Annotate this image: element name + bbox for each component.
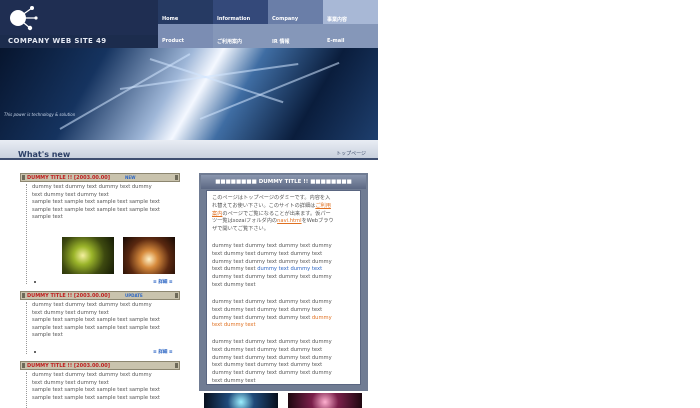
guide-link[interactable]: ご利用 <box>315 203 331 209</box>
page: COMPANY WEB SITE 49 Home Information Com… <box>0 0 378 408</box>
news-line: sample text sample text sample text samp… <box>32 206 160 213</box>
nav-product-label: Product <box>162 38 185 44</box>
nav-guide-label: ご利用案内 <box>217 39 243 45</box>
news-title: DUMMY TITLE !! [2003.00.00] <box>27 293 111 299</box>
info-panel-title: ■■■■■■■■ DUMMY TITLE !! ■■■■■■■■ <box>215 179 352 185</box>
news-line: dummy text dummy text dummy text dummy <box>32 302 152 308</box>
news-thumbnail[interactable] <box>123 237 175 274</box>
news-line: text dummy text dummy text <box>32 309 109 316</box>
news-line: text dummy text dummy text <box>32 191 109 198</box>
main-nav: Home Information Company 事業内容 Product ご利… <box>158 0 378 48</box>
news-line: sample text sample text sample text samp… <box>32 199 160 206</box>
hero-banner: This power is technology & solution <box>0 48 378 140</box>
news-title: DUMMY TITLE !! [2003.00.00] <box>27 363 111 369</box>
dummy-line: dummy text dummy text dummy text dummy <box>212 243 332 249</box>
dummy-text: text dummy text <box>212 266 258 273</box>
nav-business[interactable]: 事業内容 <box>323 0 378 24</box>
info-panel-body: このページはトップページのダミーです。内容を入 れ替えてお使い下さい。このサイト… <box>206 190 361 385</box>
dummy-line: dummy text dummy text dummy text dummy <box>212 315 357 323</box>
news-thumbnail[interactable] <box>62 237 114 274</box>
dummy-line: text dummy text dummy text dummy text <box>212 306 323 313</box>
intro-text: れ替えてお使い下さい。このサイトの詳細は <box>212 202 316 209</box>
dummy-text: dummy text dummy text dummy text <box>212 314 312 321</box>
nav-product[interactable]: Product <box>158 24 213 48</box>
dummy-line: text dummy text dummy text dummy text <box>212 362 323 369</box>
intro-line: ザで開いてご覧下さい。 <box>212 226 269 233</box>
nav-ir-label: IR 情報 <box>272 39 290 45</box>
nav-information-label: Information <box>217 16 251 22</box>
intro-text: のページでご覧になることが出来ます。仮パー <box>222 210 331 217</box>
news-line: dummy text dummy text dummy text dummy <box>32 184 152 190</box>
banner-thumbnail[interactable] <box>288 393 362 408</box>
news-line: sample text sample text sample text samp… <box>32 324 160 331</box>
intro-text: ツ一覧はsozaiフォルダ内の <box>212 218 278 225</box>
nav-email-label: E-mail <box>327 38 345 44</box>
nav-company-label: Company <box>272 16 299 22</box>
intro-text: をWebブラウ <box>301 218 334 225</box>
more-link[interactable]: ≡ 詳細 ≡ <box>153 349 173 355</box>
update-badge: UPDATE <box>125 293 143 298</box>
nav-home-label: Home <box>162 16 179 22</box>
nav-ir[interactable]: IR 情報 <box>268 24 323 48</box>
news-header: DUMMY TITLE !! [2003.00.00] <box>20 361 180 370</box>
more-link[interactable]: ≡ 詳細 ≡ <box>153 279 173 285</box>
news-title: DUMMY TITLE !! [2003.00.00] <box>27 175 111 181</box>
nav-email[interactable]: E-mail <box>323 24 378 48</box>
header: COMPANY WEB SITE 49 Home Information Com… <box>0 0 378 48</box>
dummy-paragraph: dummy text dummy text dummy text dummy t… <box>212 339 357 386</box>
dummy-paragraph: dummy text dummy text dummy text dummy t… <box>212 299 357 330</box>
intro-line: このページはトップページのダミーです。内容を入 <box>212 195 331 201</box>
nav-company[interactable]: Company <box>268 0 323 24</box>
dummy-link[interactable]: dummy text dummy text <box>257 266 322 272</box>
new-badge: NEW <box>125 175 136 180</box>
news-line: dummy text dummy text dummy text dummy <box>32 372 152 378</box>
nav-information[interactable]: Information <box>213 0 268 24</box>
dummy-paragraph: dummy text dummy text dummy text dummy t… <box>212 243 357 290</box>
news-line: sample text <box>32 214 63 221</box>
hero-caption: This power is technology & solution <box>4 112 76 117</box>
banner-thumbnail[interactable] <box>204 393 278 408</box>
dummy-line: dummy text dummy text dummy text dummy <box>212 354 332 361</box>
news-body: dummy text dummy text dummy text dummy t… <box>26 372 176 408</box>
news-header: DUMMY TITLE !! [2003.00.00] UPDATE <box>20 291 180 300</box>
dummy-line: text dummy text <box>212 377 256 384</box>
network-logo-icon <box>10 6 38 31</box>
section-title: What's new <box>18 150 71 159</box>
dummy-link[interactable]: dummy <box>312 315 332 321</box>
dummy-line: dummy text dummy text dummy text dummy <box>212 258 332 265</box>
dummy-link[interactable]: text dummy text <box>212 322 357 330</box>
nav-business-label: 事業内容 <box>327 17 348 23</box>
dummy-line: dummy text dummy text dummy text dummy <box>212 370 332 377</box>
news-line: sample text sample text sample text samp… <box>32 387 160 394</box>
navi-link[interactable]: navi.html <box>277 218 301 224</box>
section-bar: What's new トップページ <box>0 140 378 160</box>
news-line: sample text sample text sample text samp… <box>32 317 160 324</box>
news-line: sample text <box>32 332 63 339</box>
nav-home[interactable]: Home <box>158 0 213 24</box>
site-name: COMPANY WEB SITE 49 <box>8 37 107 45</box>
logo-area[interactable] <box>0 0 158 35</box>
dummy-line: text dummy text dummy text dummy text <box>212 250 323 257</box>
info-panel: ■■■■■■■■ DUMMY TITLE !! ■■■■■■■■ このページはト… <box>199 173 368 391</box>
news-line: text dummy text dummy text <box>32 379 109 386</box>
dummy-line: text dummy text dummy text dummy text <box>212 266 357 274</box>
dummy-line: dummy text dummy text dummy text dummy <box>212 274 332 281</box>
guide-link[interactable]: 案内 <box>212 211 222 217</box>
intro-line: れ替えてお使い下さい。このサイトの詳細はご利用 <box>212 203 357 211</box>
dummy-line: dummy text dummy text dummy text dummy <box>212 299 332 305</box>
news-line: sample text sample text sample text samp… <box>32 394 160 401</box>
nav-guide[interactable]: ご利用案内 <box>213 24 268 48</box>
news-header: DUMMY TITLE !! [2003.00.00] NEW <box>20 173 180 182</box>
dummy-line: dummy text dummy text dummy text dummy <box>212 339 332 345</box>
dummy-line: text dummy text dummy text dummy text <box>212 346 323 353</box>
dummy-line: text dummy text <box>212 281 256 288</box>
info-panel-header: ■■■■■■■■ DUMMY TITLE !! ■■■■■■■■ <box>201 175 366 189</box>
breadcrumb[interactable]: トップページ <box>336 150 366 157</box>
news-body: dummy text dummy text dummy text dummy t… <box>26 302 176 354</box>
intro-paragraph: このページはトップページのダミーです。内容を入 れ替えてお使い下さい。このサイト… <box>212 195 357 234</box>
